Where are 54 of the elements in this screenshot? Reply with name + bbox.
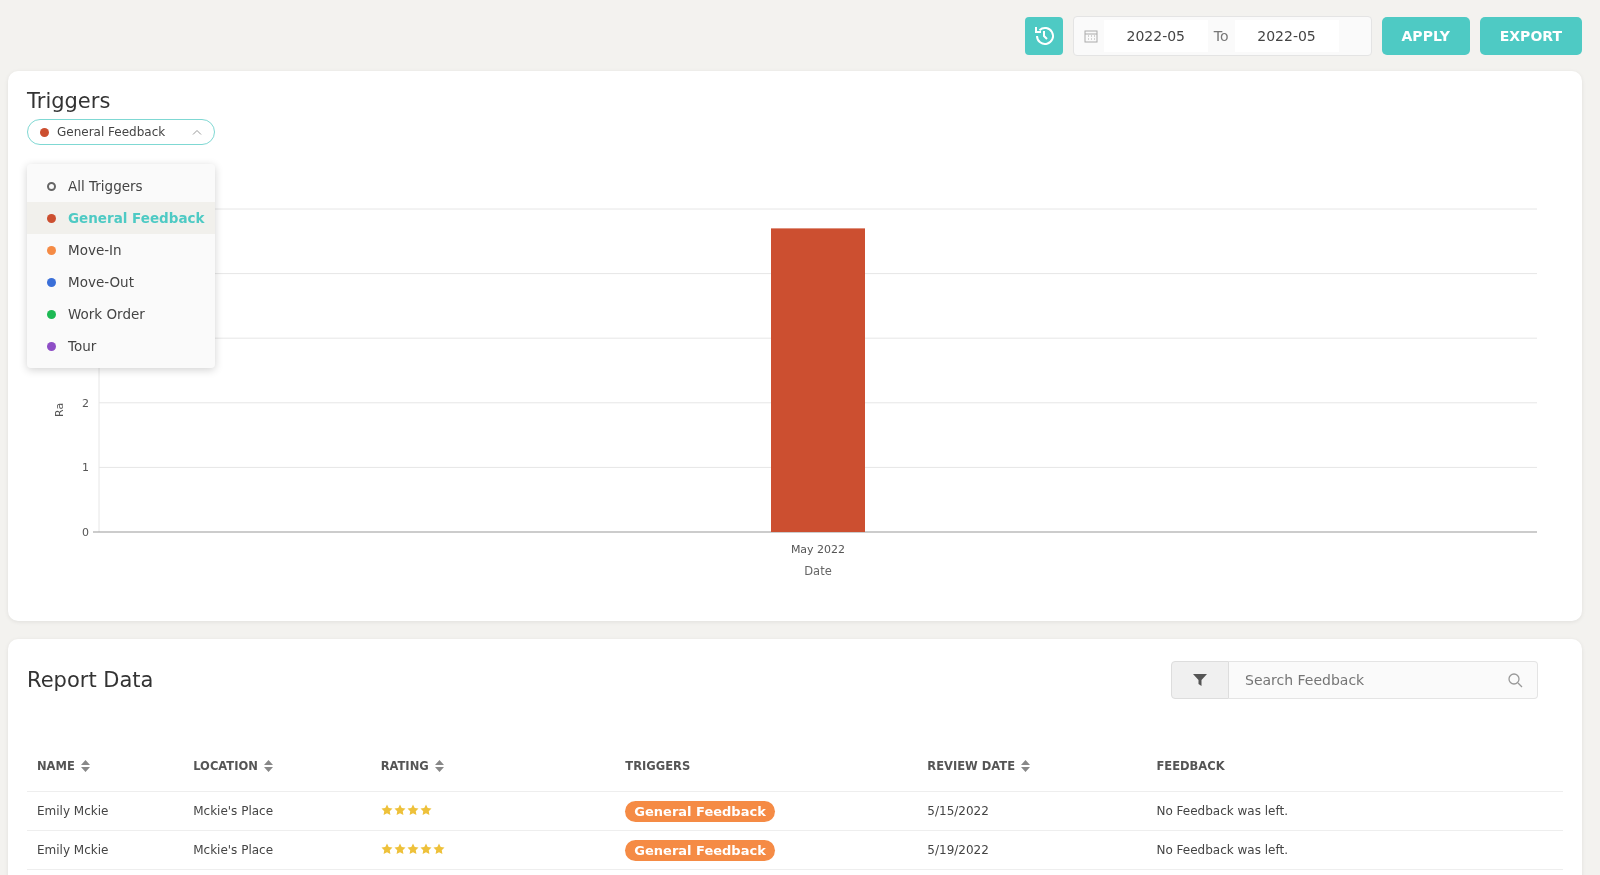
trigger-tag: General Feedback bbox=[625, 800, 775, 822]
trigger-select[interactable]: General Feedback bbox=[27, 119, 215, 145]
search-field[interactable]: Search Feedback bbox=[1229, 661, 1538, 699]
table-cell: No Feedback was left. bbox=[1156, 843, 1288, 857]
filter-icon bbox=[1192, 672, 1208, 688]
sort-icon[interactable] bbox=[434, 760, 444, 772]
history-button[interactable] bbox=[1024, 16, 1063, 55]
table-cell: 5/15/2022 bbox=[927, 804, 989, 818]
x-axis-title: Date bbox=[804, 564, 832, 578]
trigger-tag: General Feedback bbox=[625, 839, 775, 861]
table-cell: Mckie's Place bbox=[193, 843, 274, 857]
dropdown-item[interactable]: Move-Out bbox=[27, 266, 215, 298]
star-icon bbox=[380, 803, 393, 816]
star-icon bbox=[406, 842, 419, 855]
start-date-input[interactable]: 2022-05 bbox=[1103, 19, 1208, 52]
sort-icon[interactable] bbox=[80, 760, 90, 772]
end-date-input[interactable]: 2022-05 bbox=[1234, 19, 1339, 52]
star-icon bbox=[419, 803, 432, 816]
sort-icon[interactable] bbox=[1021, 760, 1030, 772]
y-tick-label: 2 bbox=[82, 396, 89, 410]
column-header: REVIEW DATE bbox=[927, 759, 1015, 773]
star-icon bbox=[380, 842, 393, 855]
y-axis-title: Ra bbox=[53, 402, 66, 417]
column-header: FEEDBACK bbox=[1156, 759, 1225, 773]
y-tick-label: 1 bbox=[82, 461, 89, 475]
to-label: To bbox=[1213, 27, 1229, 44]
star-icon bbox=[432, 842, 445, 855]
dropdown-item[interactable]: Work Order bbox=[27, 298, 215, 330]
dropdown-item[interactable]: Move-In bbox=[27, 234, 215, 266]
card-title: Triggers bbox=[27, 89, 112, 113]
star-icon bbox=[419, 842, 432, 855]
table-cell: Mckie's Place bbox=[193, 804, 274, 818]
table-cell: 5/19/2022 bbox=[927, 843, 989, 857]
sort-icon[interactable] bbox=[263, 760, 273, 772]
dropdown-item[interactable]: All Triggers bbox=[27, 170, 215, 202]
column-header: RATING bbox=[380, 759, 429, 773]
search-input[interactable]: Search Feedback bbox=[1243, 671, 1508, 689]
star-icon bbox=[393, 803, 406, 816]
column-header: NAME bbox=[37, 759, 75, 773]
dropdown-item[interactable]: Tour bbox=[27, 330, 215, 362]
calendar-icon bbox=[1083, 28, 1098, 43]
table-cell: Emily Mckie bbox=[37, 843, 109, 857]
x-tick-label: May 2022 bbox=[790, 543, 846, 556]
filter-button[interactable] bbox=[1171, 661, 1229, 699]
table-cell: No Feedback was left. bbox=[1156, 804, 1288, 818]
column-header: LOCATION bbox=[193, 759, 258, 773]
search-icon bbox=[1508, 672, 1523, 688]
y-tick-label: 0 bbox=[82, 526, 89, 539]
column-header: TRIGGERS bbox=[625, 759, 691, 773]
chevron-up-icon bbox=[192, 129, 202, 135]
star-icon bbox=[406, 803, 419, 816]
card-title: Report Data bbox=[27, 668, 154, 692]
table-cell: Emily Mckie bbox=[37, 804, 109, 818]
star-icon bbox=[393, 842, 406, 855]
